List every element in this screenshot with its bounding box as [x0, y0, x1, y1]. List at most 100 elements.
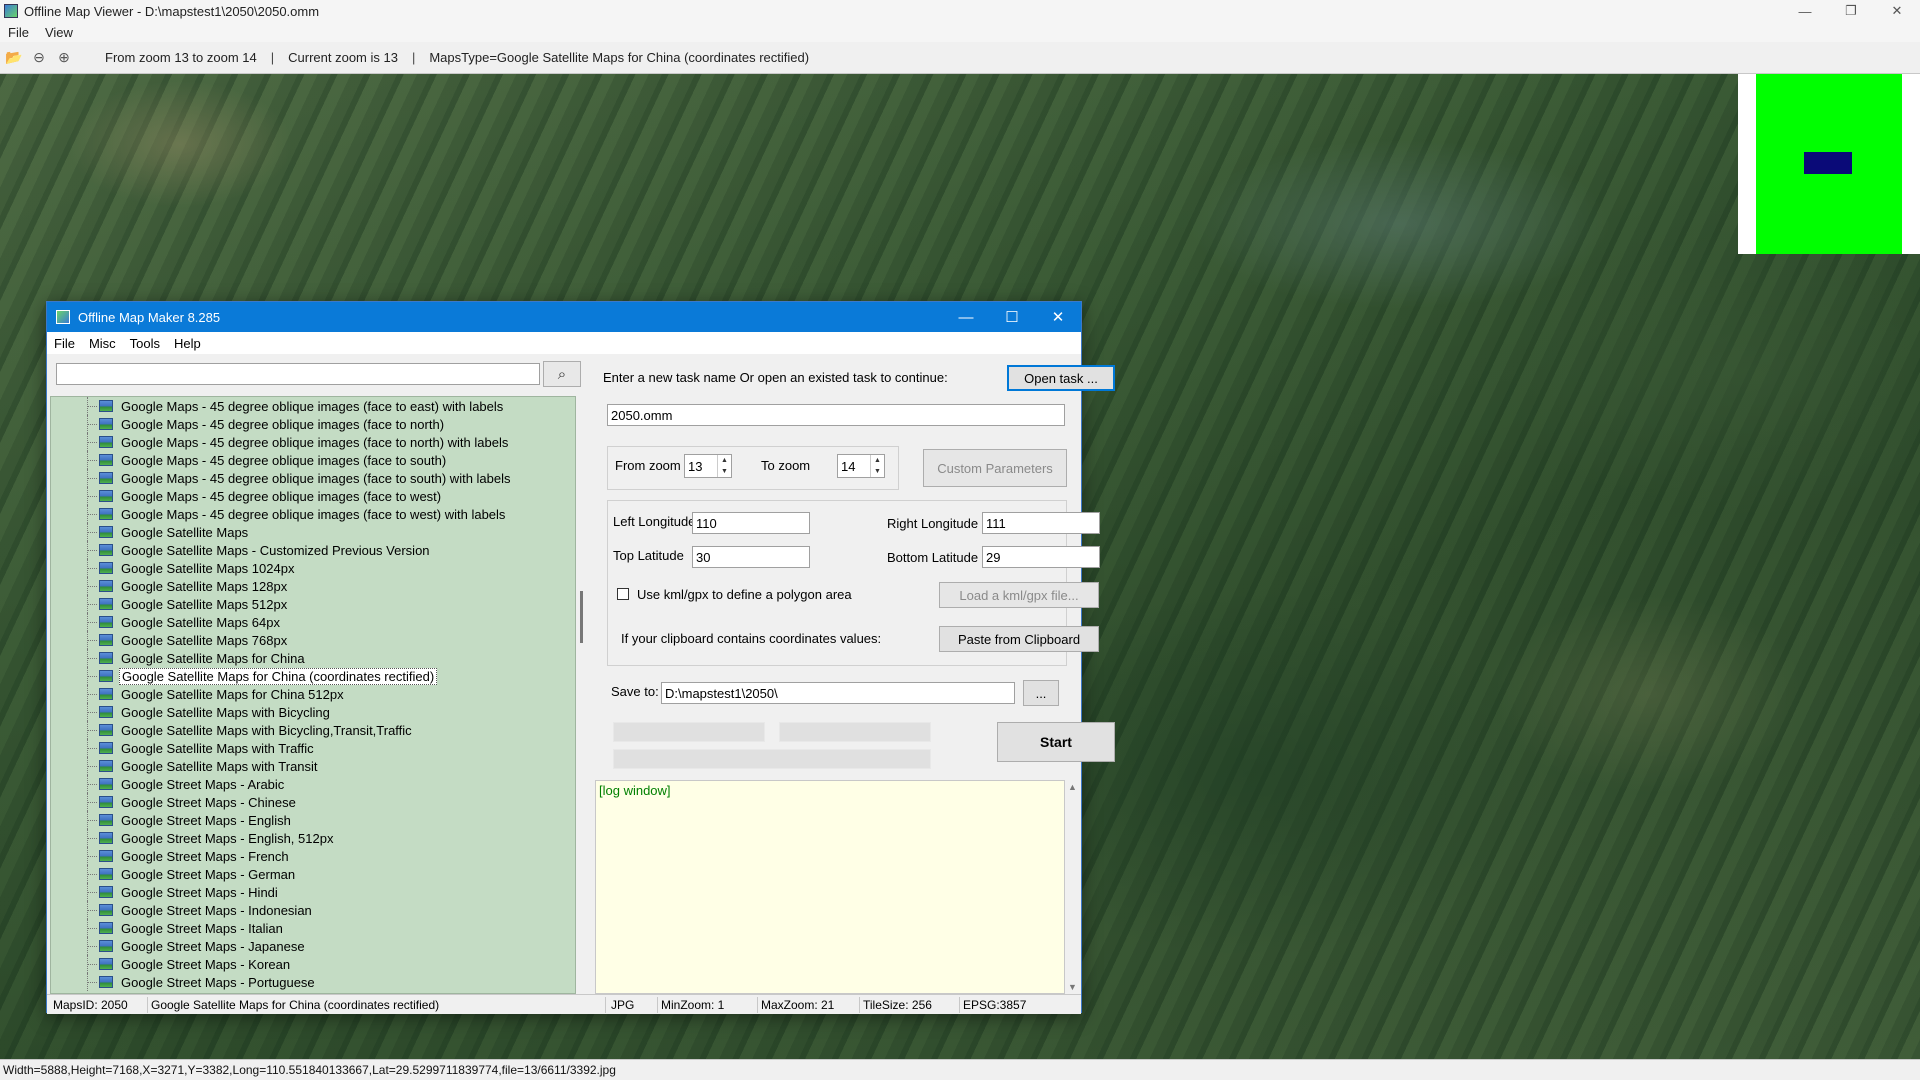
dialog-menu-tools[interactable]: Tools	[123, 336, 167, 351]
tree-item[interactable]: Google Satellite Maps with Bicycling	[51, 703, 332, 721]
tree-item[interactable]: Google Maps - 45 degree oblique images (…	[51, 451, 448, 469]
spinner-arrows-icon[interactable]: ▲ ▼	[717, 455, 731, 477]
status-divider	[859, 997, 860, 1013]
scroll-down-icon[interactable]: ▼	[1068, 982, 1077, 992]
tree-connector	[51, 685, 97, 703]
tree-item[interactable]: Google Street Maps - Indonesian	[51, 901, 314, 919]
save-to-field[interactable]	[661, 682, 1015, 704]
minimap-viewport[interactable]	[1804, 152, 1852, 174]
status-format: JPG	[611, 998, 635, 1012]
tree-scrollbar[interactable]	[576, 396, 588, 994]
tree-item[interactable]: Google Satellite Maps for China 512px	[51, 685, 346, 703]
tree-item-label: Google Satellite Maps 64px	[121, 614, 280, 630]
open-folder-icon[interactable]: 📂	[3, 47, 25, 69]
maps-tree[interactable]: Google Maps - 45 degree oblique images (…	[50, 396, 576, 994]
tree-item[interactable]: Google Satellite Maps for China (coordin…	[51, 667, 438, 685]
log-window[interactable]: [log window]	[595, 780, 1065, 994]
custom-parameters-button[interactable]: Custom Parameters	[923, 449, 1067, 487]
tree-item[interactable]: Google Maps - 45 degree oblique images (…	[51, 469, 513, 487]
viewer-menu-file[interactable]: File	[0, 25, 37, 40]
left-longitude-field[interactable]	[692, 512, 810, 534]
minimap[interactable]	[1738, 74, 1920, 254]
status-tile-size: TileSize: 256	[863, 998, 932, 1012]
task-name-field[interactable]	[607, 404, 1065, 426]
tree-item[interactable]: Google Satellite Maps 768px	[51, 631, 289, 649]
tree-item[interactable]: Google Street Maps - German	[51, 865, 297, 883]
status-divider	[757, 997, 758, 1013]
close-icon[interactable]: ✕	[1874, 0, 1920, 22]
map-layer-icon	[99, 742, 113, 754]
dialog-menu-misc[interactable]: Misc	[82, 336, 123, 351]
tree-connector	[51, 667, 97, 685]
minimize-icon[interactable]: —	[943, 302, 989, 332]
log-scrollbar[interactable]: ▲ ▼	[1065, 780, 1079, 994]
browse-button[interactable]: ...	[1023, 680, 1059, 706]
tree-item-label: Google Satellite Maps 768px	[121, 632, 288, 648]
tree-item[interactable]: Google Satellite Maps 128px	[51, 577, 289, 595]
load-kml-button[interactable]: Load a kml/gpx file...	[939, 582, 1099, 608]
tree-item[interactable]: Google Satellite Maps	[51, 523, 250, 541]
search-input[interactable]	[56, 363, 540, 385]
tree-item[interactable]: Google Street Maps - Arabic	[51, 775, 286, 793]
tree-connector	[51, 721, 97, 739]
maximize-icon[interactable]: ☐	[989, 302, 1035, 332]
tree-item-label: Google Street Maps - English, 512px	[121, 830, 334, 846]
zoom-out-icon[interactable]: ⊖	[28, 47, 50, 69]
tree-item[interactable]: Google Street Maps - Hindi	[51, 883, 280, 901]
tree-item[interactable]: Google Satellite Maps with Transit	[51, 757, 320, 775]
tree-item[interactable]: Google Maps - 45 degree oblique images (…	[51, 487, 443, 505]
viewer-menu-view[interactable]: View	[37, 25, 81, 40]
tree-item[interactable]: Google Satellite Maps 1024px	[51, 559, 296, 577]
tree-item-label: Google Street Maps - Japanese	[121, 938, 305, 954]
dialog-menu-file[interactable]: File	[47, 336, 82, 351]
task-prompt-label: Enter a new task name Or open an existed…	[603, 370, 948, 385]
tree-item[interactable]: Google Street Maps - Italian	[51, 919, 285, 937]
search-button[interactable]: ⌕	[543, 361, 581, 387]
dialog-menu-help[interactable]: Help	[167, 336, 208, 351]
zoom-in-icon[interactable]: ⊕	[53, 47, 75, 69]
dialog-titlebar[interactable]: Offline Map Maker 8.285 — ☐ ✕	[47, 302, 1081, 332]
restore-icon[interactable]: ❐	[1828, 0, 1874, 22]
tree-item-label: Google Street Maps - French	[121, 848, 289, 864]
tree-item[interactable]: Google Maps - 45 degree oblique images (…	[51, 415, 446, 433]
minimize-icon[interactable]: —	[1782, 0, 1828, 22]
viewer-app-icon	[4, 4, 18, 18]
tree-item[interactable]: Google Maps - 45 degree oblique images (…	[51, 397, 505, 415]
tree-item[interactable]: Google Street Maps - English, 512px	[51, 829, 335, 847]
tree-item[interactable]: Google Street Maps - Chinese	[51, 793, 298, 811]
tree-item[interactable]: Google Satellite Maps 512px	[51, 595, 289, 613]
bottom-latitude-field[interactable]	[982, 546, 1100, 568]
map-layer-icon	[99, 526, 113, 538]
tree-item[interactable]: Google Satellite Maps 64px	[51, 613, 282, 631]
tree-item-label: Google Maps - 45 degree oblique images (…	[121, 434, 509, 450]
tree-item[interactable]: Google Street Maps - Korean	[51, 955, 292, 973]
tree-item[interactable]: Google Satellite Maps with Bicycling,Tra…	[51, 721, 414, 739]
tree-item[interactable]: Google Street Maps - Portuguese	[51, 973, 317, 991]
from-zoom-spinner[interactable]: 13 ▲ ▼	[684, 454, 732, 478]
tree-item[interactable]: Google Satellite Maps - Customized Previ…	[51, 541, 432, 559]
tree-item[interactable]: Google Maps - 45 degree oblique images (…	[51, 433, 510, 451]
tree-item[interactable]: Google Satellite Maps with Traffic	[51, 739, 316, 757]
open-task-button[interactable]: Open task ...	[1007, 365, 1115, 391]
tree-item[interactable]: Google Street Maps - English	[51, 811, 293, 829]
tree-connector	[51, 649, 97, 667]
tree-item-label: Google Satellite Maps with Traffic	[121, 740, 314, 756]
right-longitude-field[interactable]	[982, 512, 1100, 534]
tree-item[interactable]: Google Street Maps - French	[51, 847, 291, 865]
top-latitude-field[interactable]	[692, 546, 810, 568]
scroll-up-icon[interactable]: ▲	[1068, 782, 1077, 792]
tree-item[interactable]: Google Maps - 45 degree oblique images (…	[51, 505, 507, 523]
paste-from-clipboard-button[interactable]: Paste from Clipboard	[939, 626, 1099, 652]
close-icon[interactable]: ✕	[1035, 302, 1081, 332]
spinner-arrows-icon[interactable]: ▲ ▼	[870, 455, 884, 477]
tree-item[interactable]: Google Street Maps - Japanese	[51, 937, 307, 955]
status-divider	[959, 997, 960, 1013]
tree-connector	[51, 919, 97, 937]
tree-item[interactable]: Google Satellite Maps for China	[51, 649, 307, 667]
to-zoom-spinner[interactable]: 14 ▲ ▼	[837, 454, 885, 478]
tree-connector	[51, 757, 97, 775]
kml-polygon-checkbox[interactable]	[617, 588, 629, 600]
start-button[interactable]: Start	[997, 722, 1115, 762]
status-maps-name: Google Satellite Maps for China (coordin…	[151, 998, 440, 1012]
tree-scrollbar-thumb[interactable]	[580, 591, 583, 643]
